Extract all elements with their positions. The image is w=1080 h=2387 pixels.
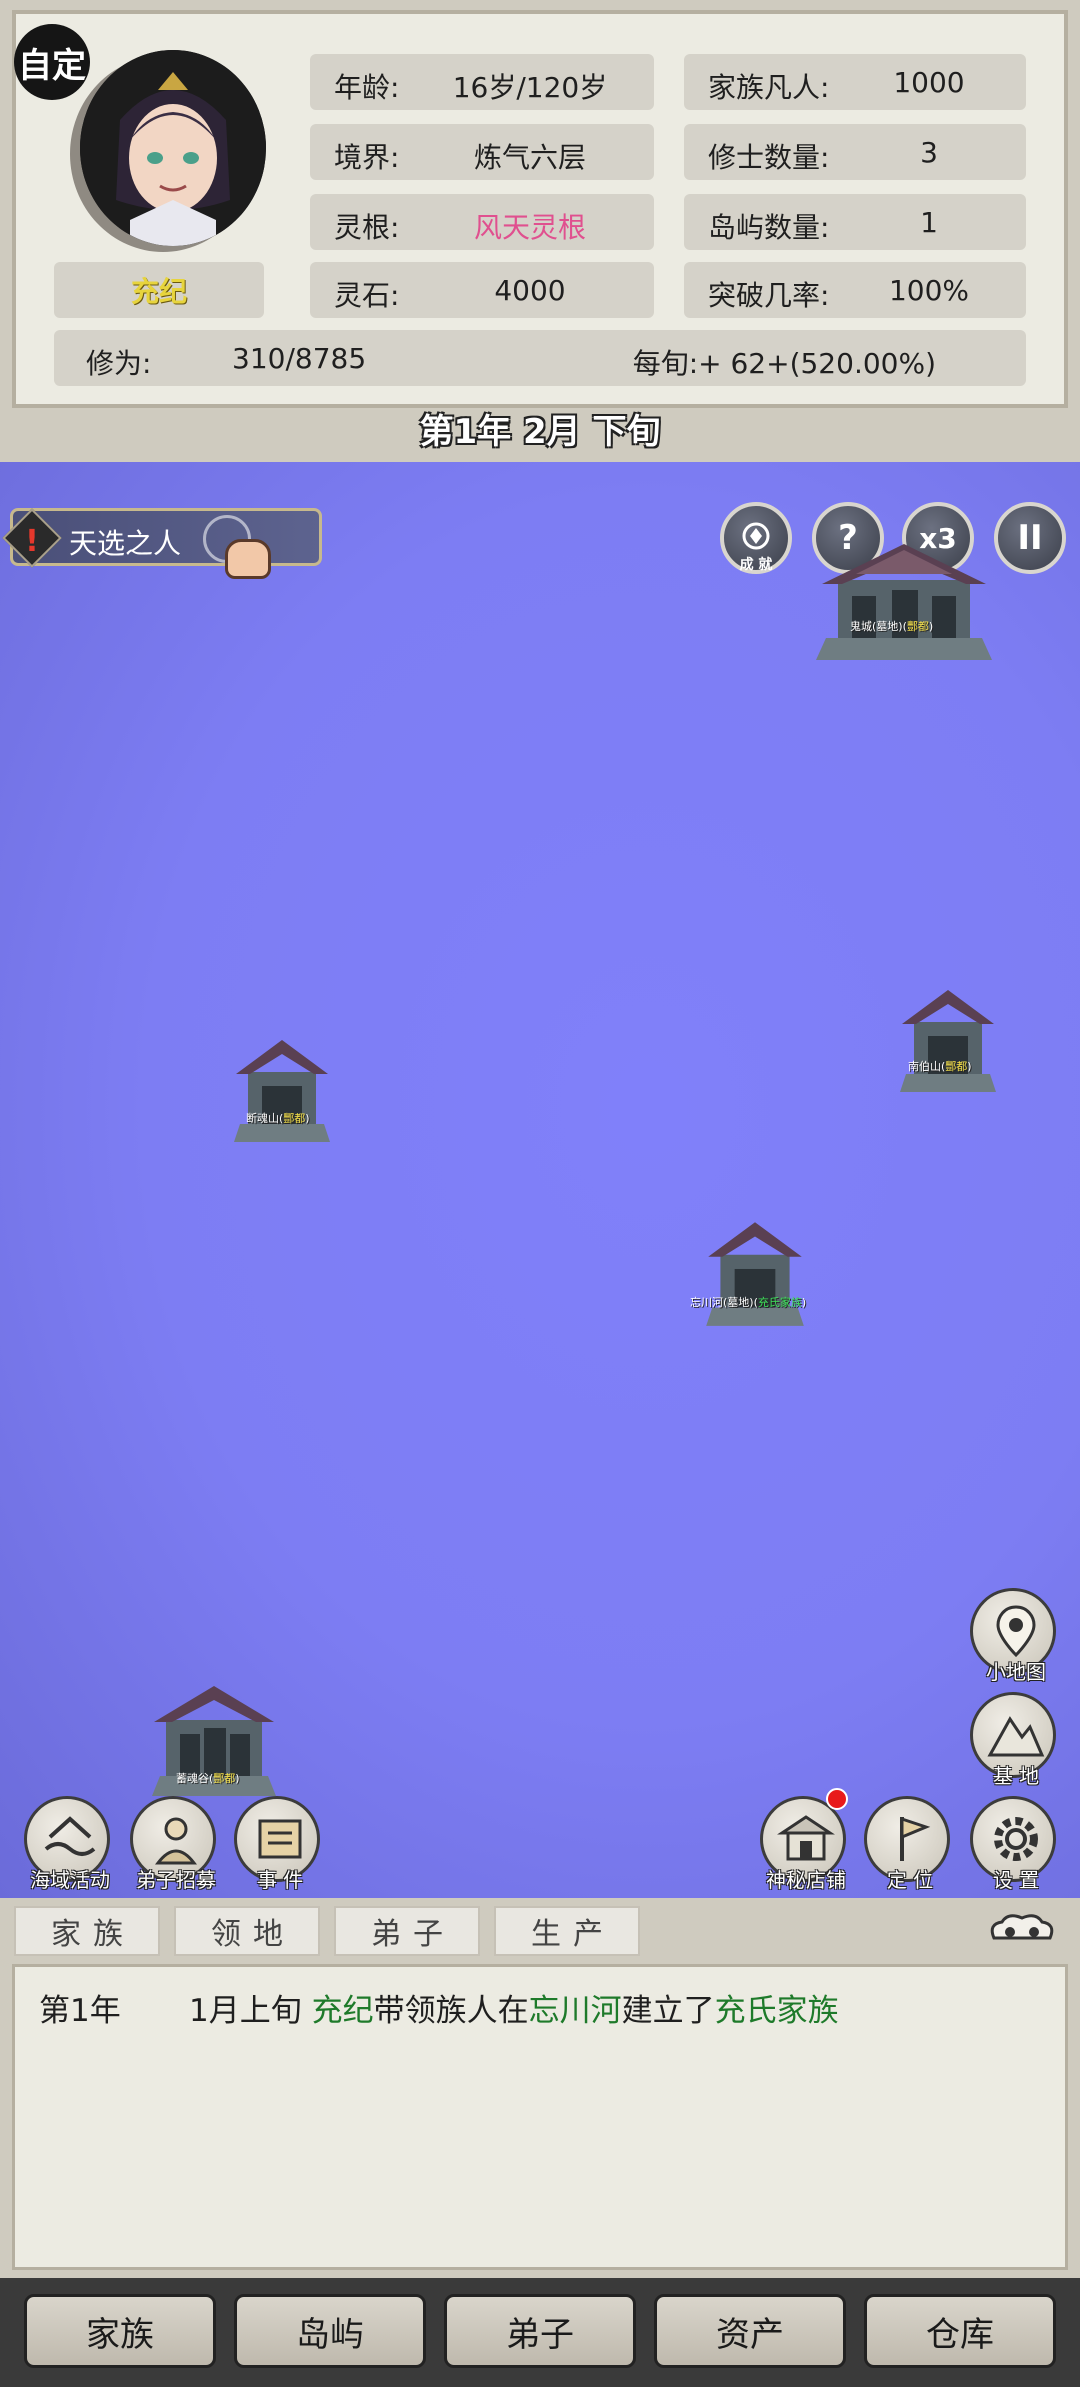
stat-breakthrough-rate: 突破几率: 100% <box>684 262 1026 318</box>
notification-dot <box>826 1788 848 1810</box>
stat-age: 年龄: 16岁/120岁 <box>310 54 654 110</box>
stat-value: 4000 <box>494 274 566 307</box>
cultivation-label: 修为: <box>86 347 152 380</box>
base-button[interactable]: 基 地 <box>970 1692 1056 1788</box>
event-caption: 事 件 <box>256 1868 304 1892</box>
settings-gear-icon <box>994 1817 1038 1861</box>
pause-icon: II <box>1017 518 1043 558</box>
world-map[interactable]: ! 天选之人 成 就 ? x3 II 鬼城(墓地)(酆都) 南伯山(酆都) 断魂… <box>0 462 1080 1898</box>
stat-value: 3 <box>920 136 938 169</box>
minimap-caption: 小地图 <box>986 1660 1046 1684</box>
mystery-shop-icon <box>777 1815 835 1861</box>
location-label: 鬼城(墓地)(酆都) <box>850 620 934 633</box>
stat-value: 100% <box>888 274 970 307</box>
minimap-button[interactable]: 小地图 <box>970 1588 1056 1684</box>
nav-assets-button[interactable]: 资产 <box>654 2294 846 2368</box>
gate-icon <box>706 1222 804 1326</box>
sea-activity-button[interactable]: 海域活动 <box>24 1796 110 1892</box>
gate-icon <box>234 1040 330 1142</box>
stat-value: 16岁/120岁 <box>452 71 608 104</box>
stat-label: 突破几率: <box>708 279 830 312</box>
stat-label: 境界: <box>334 141 400 174</box>
cultivation-value: 310/8785 <box>232 342 367 375</box>
achievement-icon <box>742 522 770 550</box>
location-xuhun-valley[interactable]: 蓄魂谷(酆都) <box>152 1672 276 1804</box>
location-ghost-city[interactable]: 鬼城(墓地)(酆都) <box>816 534 992 668</box>
stat-value: 1000 <box>893 66 965 99</box>
stat-label: 灵根: <box>334 211 400 244</box>
stat-spirit-stones: 灵石: 4000 <box>310 262 654 318</box>
character-name[interactable]: 充纪 <box>54 262 264 318</box>
location-label: 断魂山(酆都) <box>246 1112 310 1125</box>
location-wangchuan-river[interactable]: 忘川河(墓地)(充氏家族) <box>690 1210 810 1334</box>
minimap-icon <box>996 1605 1036 1658</box>
disciple-recruit-button[interactable]: 弟子招募 <box>130 1796 216 1892</box>
stat-realm: 境界: 炼气六层 <box>310 124 654 180</box>
cultivation-per-turn: 每旬:+ 62+(520.00%) <box>632 347 936 380</box>
stat-value: 炼气六层 <box>473 141 586 174</box>
cloud-toggle-icon[interactable] <box>984 1910 1060 1950</box>
tab-clan[interactable]: 家族 <box>14 1906 160 1956</box>
nav-island-button[interactable]: 岛屿 <box>234 2294 426 2368</box>
tab-territory[interactable]: 领地 <box>174 1906 320 1956</box>
log-entry: 第1年 1月上旬 充纪带领族人在忘川河建立了充氏家族 <box>39 1993 839 2029</box>
settings-button[interactable]: 设 置 <box>970 1796 1056 1892</box>
stat-label: 家族凡人: <box>708 71 830 104</box>
status-panel: 自定 充纪 年龄: 16岁/120岁 境界: 炼气六层 灵根: 风天灵根 灵石:… <box>0 0 1080 462</box>
mystery-shop-caption: 神秘店铺 <box>766 1868 846 1892</box>
tab-production[interactable]: 生产 <box>494 1906 640 1956</box>
base-mountain-icon <box>987 1716 1045 1757</box>
stat-label: 岛屿数量: <box>708 211 830 244</box>
event-button[interactable]: 事 件 <box>234 1796 320 1892</box>
quest-label: 天选之人 <box>69 527 182 560</box>
mode-badge[interactable]: 自定 <box>14 24 90 100</box>
stat-cultivator-count: 修士数量: 3 <box>684 124 1026 180</box>
log-panel: 家族 领地 弟子 生产 第1年 1月上旬 充纪带领族人在忘川河建立了充氏家族 <box>0 1898 1080 2278</box>
stat-clan-mortals: 家族凡人: 1000 <box>684 54 1026 110</box>
pause-button[interactable]: II <box>994 502 1066 574</box>
locate-button[interactable]: 定 位 <box>864 1796 950 1892</box>
achievement-caption: 成 就 <box>739 557 773 573</box>
locate-flag-icon <box>900 1816 931 1861</box>
location-label: 蓄魂谷(酆都) <box>176 1772 240 1785</box>
gate-icon <box>816 544 992 660</box>
nav-clan-button[interactable]: 家族 <box>24 2294 216 2368</box>
pointing-hand-icon <box>225 539 271 579</box>
location-nanbo-mountain[interactable]: 南伯山(酆都) <box>900 978 996 1100</box>
locate-caption: 定 位 <box>886 1868 934 1892</box>
event-log[interactable]: 第1年 1月上旬 充纪带领族人在忘川河建立了充氏家族 <box>12 1964 1068 2270</box>
tab-disciples[interactable]: 弟子 <box>334 1906 480 1956</box>
gate-icon <box>900 990 996 1092</box>
settings-caption: 设 置 <box>992 1868 1040 1892</box>
nav-warehouse-button[interactable]: 仓库 <box>864 2294 1056 2368</box>
game-date: 第1年 2月 下旬 <box>419 412 661 452</box>
quest-banner[interactable]: ! 天选之人 <box>2 508 322 579</box>
cultivation-bar: 修为: 310/8785 每旬:+ 62+(520.00%) <box>54 330 1026 386</box>
stat-island-count: 岛屿数量: 1 <box>684 194 1026 250</box>
stat-label: 年龄: <box>334 71 400 104</box>
character-portrait[interactable] <box>80 50 266 246</box>
nav-disciple-button[interactable]: 弟子 <box>444 2294 636 2368</box>
base-caption: 基 地 <box>992 1764 1040 1788</box>
sea-activity-icon <box>44 1816 96 1856</box>
warning-icon: ! <box>2 508 62 568</box>
achievement-button[interactable]: 成 就 <box>720 502 792 574</box>
stat-label: 修士数量: <box>708 141 830 174</box>
stat-spirit-root: 灵根: 风天灵根 <box>310 194 654 250</box>
location-duanhun-mountain[interactable]: 断魂山(酆都) <box>234 1028 330 1150</box>
bottom-nav: 家族 岛屿 弟子 资产 仓库 <box>0 2278 1080 2387</box>
location-label: 南伯山(酆都) <box>908 1060 972 1073</box>
location-label: 忘川河(墓地)(充氏家族) <box>690 1296 807 1309</box>
stat-value: 风天灵根 <box>473 211 586 244</box>
sea-activity-caption: 海域活动 <box>30 1868 110 1892</box>
disciple-recruit-icon <box>154 1817 198 1865</box>
character-face-icon <box>80 50 266 246</box>
disciple-recruit-caption: 弟子招募 <box>136 1868 216 1892</box>
event-scroll-icon <box>258 1819 302 1859</box>
stat-value: 1 <box>920 206 938 239</box>
stat-label: 灵石: <box>334 279 400 312</box>
